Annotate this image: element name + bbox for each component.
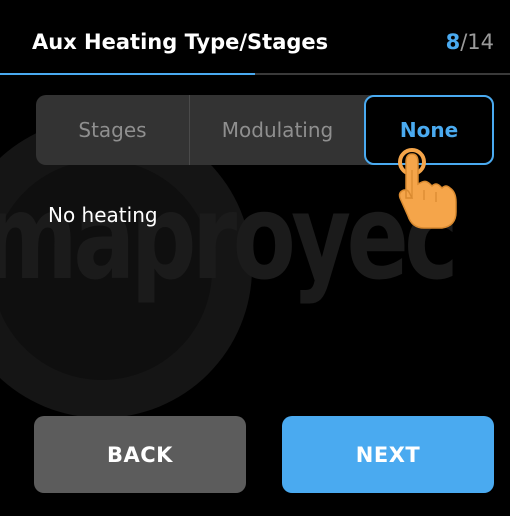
thermostat-screen: maproyec Aux Heating Type/Stages 8/14 St… <box>0 0 510 516</box>
watermark-text: maproyec <box>0 168 459 306</box>
progress-bar <box>0 73 510 75</box>
option-modulating[interactable]: Modulating <box>190 95 365 165</box>
step-current: 8 <box>445 30 461 54</box>
back-button[interactable]: BACK <box>34 416 246 493</box>
progress-bar-fill <box>0 73 255 75</box>
step-counter: 8/14 <box>446 30 494 54</box>
next-button[interactable]: NEXT <box>282 416 494 493</box>
tap-hand-icon <box>398 148 457 229</box>
option-stages[interactable]: Stages <box>36 95 189 165</box>
page-title: Aux Heating Type/Stages <box>32 30 329 54</box>
step-total: /14 <box>460 30 494 54</box>
header: Aux Heating Type/Stages 8/14 <box>0 0 510 76</box>
option-description: No heating <box>48 203 158 227</box>
